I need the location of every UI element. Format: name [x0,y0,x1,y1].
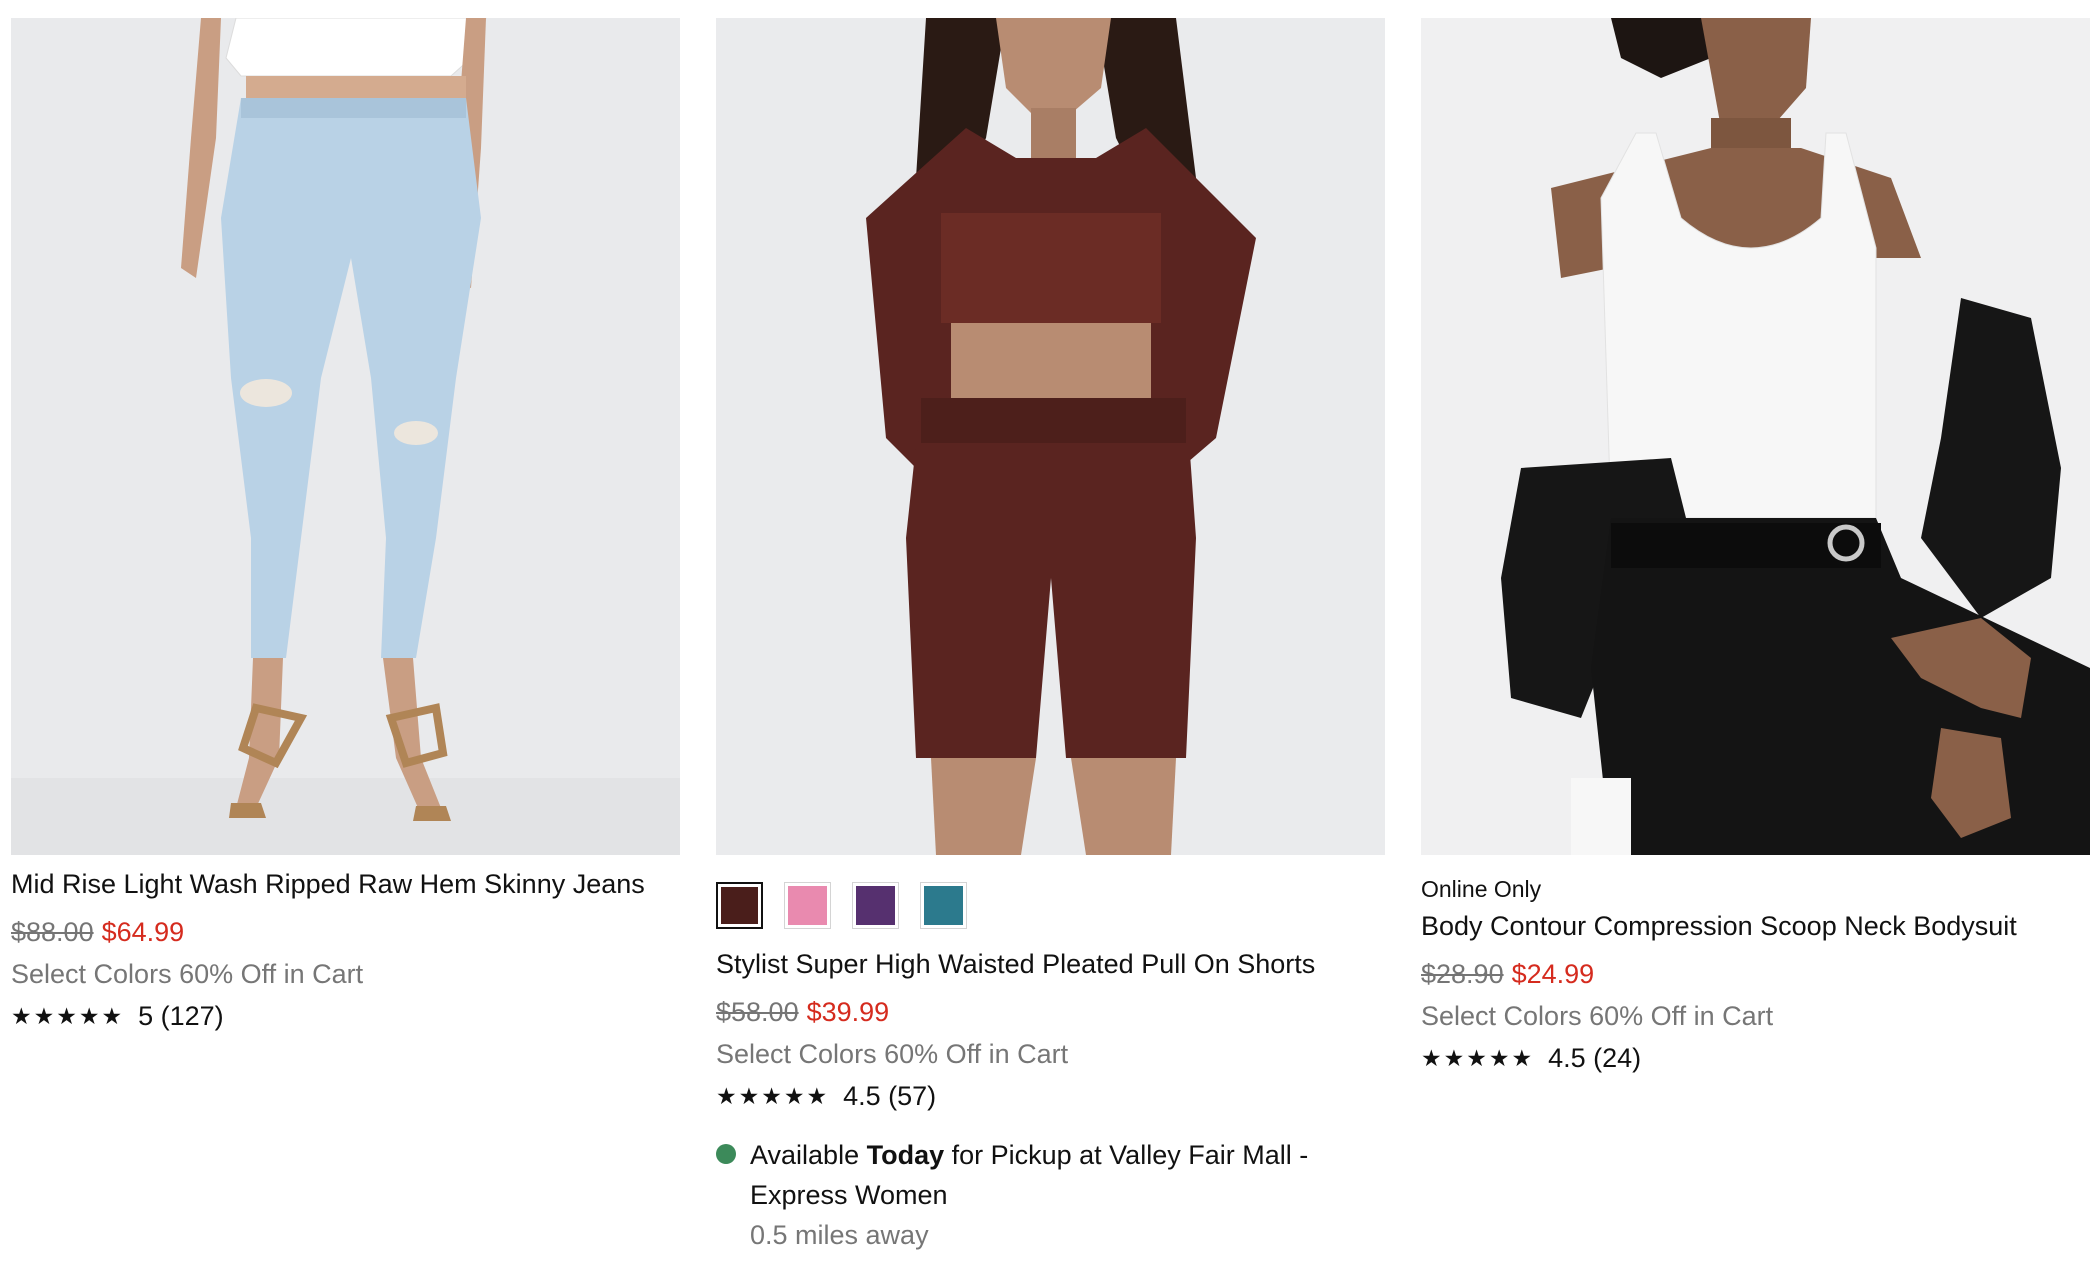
rating-text: 5 (127) [138,1001,224,1031]
swatch-pink[interactable] [784,882,831,929]
swatch-color [924,886,963,925]
swatch-brown[interactable] [716,882,763,929]
rating[interactable]: ★★★★★ 4.5 (24) [1421,1041,2090,1075]
product-photo-jeans [11,18,680,855]
promo-text: Select Colors 60% Off in Cart [11,959,364,989]
pickup-distance: 0.5 miles away [750,1220,929,1250]
product-image[interactable] [1421,18,2090,855]
product-card: Online Only Body Contour Compression Sco… [1421,18,2090,1075]
product-photo-bodysuit [1421,18,2090,855]
swatch-color [721,887,758,924]
star-rating-icon: ★★★★★ [1421,1045,1535,1071]
promo-text: Select Colors 60% Off in Cart [1421,1001,1774,1031]
swatch-color [788,886,827,925]
swatch-teal[interactable] [920,882,967,929]
promo-text: Select Colors 60% Off in Cart [716,1039,1069,1069]
original-price: $58.00 [716,997,799,1027]
rating[interactable]: ★★★★★ 5 (127) [11,999,680,1033]
rating-text: 4.5 (57) [843,1081,937,1111]
product-image[interactable] [11,18,680,855]
product-grid: Mid Rise Light Wash Ripped Raw Hem Skinn… [11,18,2090,1255]
sale-price: $64.99 [101,917,185,947]
product-title[interactable]: Mid Rise Light Wash Ripped Raw Hem Skinn… [11,867,680,901]
original-price: $28.90 [1421,959,1504,989]
sale-price: $24.99 [1511,959,1595,989]
sale-price: $39.99 [806,997,890,1027]
available-dot-icon [716,1144,736,1164]
pickup-text: Available Today for Pickup at Valley Fai… [750,1135,1385,1255]
star-rating-icon: ★★★★★ [716,1083,830,1109]
price-row: $88.00 $64.99 [11,915,680,949]
original-price: $88.00 [11,917,94,947]
rating-text: 4.5 (24) [1548,1043,1642,1073]
online-only-label: Online Only [1421,876,1542,902]
pickup-emphasis: Today [866,1140,945,1170]
star-rating-icon: ★★★★★ [11,1003,125,1029]
product-title[interactable]: Stylist Super High Waisted Pleated Pull … [716,947,1385,981]
product-card: Stylist Super High Waisted Pleated Pull … [716,18,1385,1255]
product-card: Mid Rise Light Wash Ripped Raw Hem Skinn… [11,18,680,1033]
pickup-availability: Available Today for Pickup at Valley Fai… [716,1135,1385,1255]
rating[interactable]: ★★★★★ 4.5 (57) [716,1079,1385,1113]
swatch-purple[interactable] [852,882,899,929]
product-image[interactable] [716,18,1385,855]
product-title[interactable]: Body Contour Compression Scoop Neck Body… [1421,909,2090,943]
price-row: $28.90 $24.99 [1421,957,2090,991]
price-row: $58.00 $39.99 [716,995,1385,1029]
product-photo-shorts [716,18,1385,855]
pickup-prefix: Available [750,1140,867,1170]
color-swatches [716,882,1385,929]
swatch-color [856,886,895,925]
